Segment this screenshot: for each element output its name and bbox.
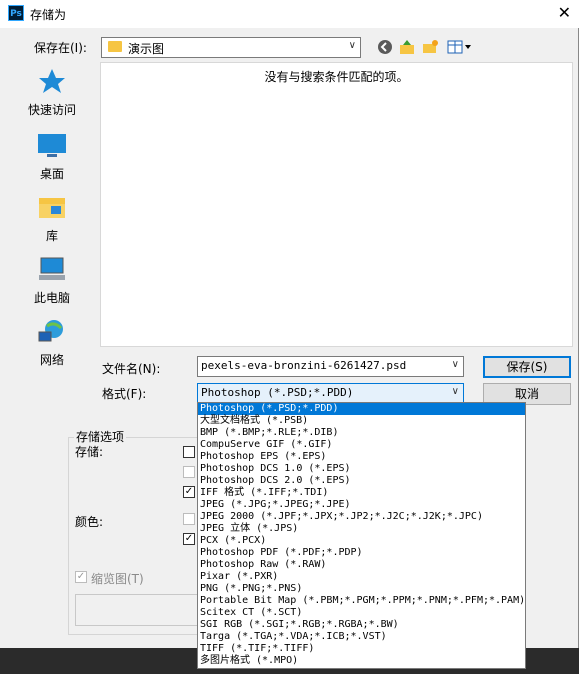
format-option[interactable]: Scitex CT (*.SCT) xyxy=(198,607,525,619)
this-pc-icon xyxy=(39,257,65,280)
format-option[interactable]: PCX (*.PCX) xyxy=(198,535,525,547)
save-in-value: 演示图 xyxy=(128,42,165,56)
format-option[interactable]: Pixar (*.PXR) xyxy=(198,571,525,583)
dialog-title: 存储为 xyxy=(30,8,67,22)
format-option[interactable]: 大型文档格式 (*.PSB) xyxy=(198,415,525,427)
filename-input[interactable]: pexels-eva-bronzini-6261427.psd ∨ xyxy=(197,356,464,377)
place-library[interactable]: 库 xyxy=(6,194,98,244)
format-option[interactable]: CompuServe GIF (*.GIF) xyxy=(198,439,525,451)
save-label: 存储: xyxy=(75,445,104,459)
format-label: 格式(F): xyxy=(102,387,147,401)
save-in-label: 保存在(I): xyxy=(34,41,87,55)
format-option[interactable]: IFF 格式 (*.IFF;*.TDI) xyxy=(198,487,525,499)
format-dropdown-list[interactable]: Photoshop (*.PSD;*.PDD) 大型文档格式 (*.PSB) BMP… xyxy=(197,402,526,669)
format-option[interactable]: Photoshop (*.PSD;*.PDD) xyxy=(198,403,525,415)
format-option[interactable]: Photoshop DCS 1.0 (*.EPS) xyxy=(198,463,525,475)
save-option-checkbox[interactable] xyxy=(183,466,195,478)
place-desktop[interactable]: 桌面 xyxy=(6,132,98,182)
thumbnail-preview-box xyxy=(75,594,207,626)
desktop-icon xyxy=(38,134,66,157)
place-this-pc[interactable]: 此电脑 xyxy=(6,256,98,306)
place-label: 此电脑 xyxy=(33,291,70,305)
photoshop-app-icon: Ps xyxy=(8,5,24,21)
format-option[interactable]: Targa (*.TGA;*.VDA;*.ICB;*.VST) xyxy=(198,631,525,643)
color-label: 颜色: xyxy=(75,515,104,529)
close-icon[interactable]: ✕ xyxy=(558,3,571,22)
format-option[interactable]: JPEG 立体 (*.JPS) xyxy=(198,523,525,535)
chevron-down-icon: ∨ xyxy=(451,359,459,370)
place-quick-access[interactable]: 快速访问 xyxy=(6,68,98,118)
back-icon[interactable] xyxy=(376,38,394,56)
color-option-checkbox[interactable] xyxy=(183,513,195,525)
format-option[interactable]: SGI RGB (*.SGI;*.RGB;*.RGBA;*.BW) xyxy=(198,619,525,631)
format-option[interactable]: Photoshop EPS (*.EPS) xyxy=(198,451,525,463)
format-option[interactable]: Photoshop PDF (*.PDF;*.PDP) xyxy=(198,547,525,559)
thumbnail-checkbox[interactable]: ✓ xyxy=(75,571,87,583)
folder-icon xyxy=(108,41,122,52)
place-network[interactable]: 网络 xyxy=(6,318,98,368)
format-option[interactable]: Portable Bit Map (*.PBM;*.PGM;*.PPM;*.PN… xyxy=(198,595,525,607)
place-label: 网络 xyxy=(39,353,64,367)
network-icon xyxy=(38,320,63,342)
quick-access-icon xyxy=(39,69,65,93)
new-folder-icon[interactable] xyxy=(421,38,439,56)
format-value: Photoshop (*.PSD;*.PDD) xyxy=(201,386,354,399)
place-label: 桌面 xyxy=(39,167,64,181)
filename-label: 文件名(N): xyxy=(102,362,161,376)
filename-value: pexels-eva-bronzini-6261427.psd xyxy=(201,359,407,372)
save-button[interactable]: 保存(S) xyxy=(483,356,571,378)
save-option-checkbox[interactable] xyxy=(183,446,195,458)
place-label: 快速访问 xyxy=(27,103,76,117)
format-option[interactable]: 多图片格式 (*.MPO) xyxy=(198,655,525,667)
file-list[interactable]: 没有与搜索条件匹配的项。 xyxy=(100,62,573,347)
format-option[interactable]: BMP (*.BMP;*.RLE;*.DIB) xyxy=(198,427,525,439)
save-in-combo[interactable]: 演示图 ∨ xyxy=(101,37,361,58)
format-select[interactable]: Photoshop (*.PSD;*.PDD) ∨ xyxy=(197,383,464,403)
thumbnail-label: 缩览图(T) xyxy=(91,572,144,586)
format-option[interactable]: Photoshop DCS 2.0 (*.EPS) xyxy=(198,475,525,487)
up-folder-icon[interactable] xyxy=(398,38,416,56)
format-option[interactable]: JPEG 2000 (*.JPF;*.JPX;*.JP2;*.J2C;*.J2K… xyxy=(198,511,525,523)
format-option[interactable]: TIFF (*.TIF;*.TIFF) xyxy=(198,643,525,655)
chevron-down-icon: ∨ xyxy=(451,386,459,397)
save-option-checkbox[interactable]: ✓ xyxy=(183,486,195,498)
place-label: 库 xyxy=(45,229,58,243)
view-menu-icon[interactable] xyxy=(446,38,472,56)
chevron-down-icon: ∨ xyxy=(348,40,356,51)
color-option-checkbox[interactable]: ✓ xyxy=(183,533,195,545)
format-option[interactable]: Photoshop Raw (*.RAW) xyxy=(198,559,525,571)
library-icon xyxy=(39,198,65,218)
title-bar: Ps 存储为 ✕ xyxy=(0,0,579,28)
format-option[interactable]: JPEG (*.JPG;*.JPEG;*.JPE) xyxy=(198,499,525,511)
empty-message: 没有与搜索条件匹配的项。 xyxy=(264,70,409,84)
format-option[interactable]: PNG (*.PNG;*.PNS) xyxy=(198,583,525,595)
